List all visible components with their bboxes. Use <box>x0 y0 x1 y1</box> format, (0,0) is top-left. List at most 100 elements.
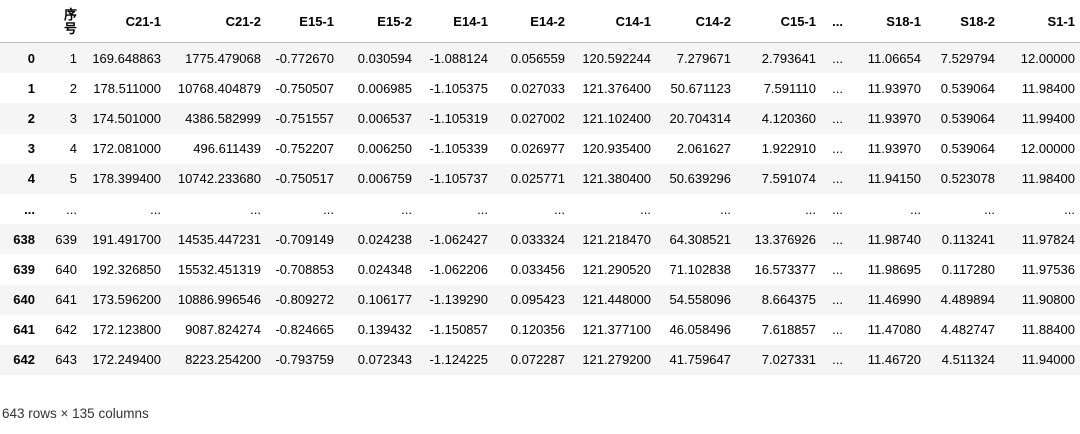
table-cell: -0.809272 <box>275 292 334 308</box>
table-cell: 191.491700 <box>92 231 161 247</box>
table-cell: 0.006537 <box>357 110 412 126</box>
column-header: 序号 <box>40 2 82 43</box>
table-cell: 11.97824 <box>1021 231 1075 247</box>
table-cell: 13.376926 <box>754 231 816 247</box>
table-cell: 0.006759 <box>357 171 412 187</box>
table-cell: 172.123800 <box>92 322 161 338</box>
table-cell: -0.751557 <box>275 110 334 126</box>
table-cell: 0.024238 <box>357 231 412 247</box>
table-cell: 0.139432 <box>357 322 412 338</box>
table-cell: ... <box>832 201 843 217</box>
table-cell: 11.98695 <box>867 261 921 277</box>
table-cell: 0.027002 <box>510 110 565 126</box>
table-cell: 172.249400 <box>92 352 161 368</box>
table-cell: 11.97536 <box>1021 261 1075 277</box>
row-index: 3 <box>27 141 35 157</box>
table-cell: 0.072287 <box>510 352 565 368</box>
table-cell: ... <box>250 201 261 217</box>
table-cell: 121.380400 <box>582 171 651 187</box>
table-cell: -1.105319 <box>429 110 488 126</box>
table-cell: 121.279200 <box>582 352 651 368</box>
table-cell: 0.117280 <box>941 261 995 277</box>
table-cell: 11.93970 <box>867 141 921 157</box>
column-header: C15-1 <box>736 2 821 43</box>
table-cell: 11.90800 <box>1021 292 1075 308</box>
table-cell: 2 <box>69 80 77 96</box>
table-cell: 11.98400 <box>1021 80 1075 96</box>
table-cell: 11.98400 <box>1021 171 1075 187</box>
table-cell: 192.326850 <box>92 261 161 277</box>
column-header-label: 序号 <box>64 7 78 36</box>
table-cell: 0.033456 <box>510 261 565 277</box>
table-cell: 8.664375 <box>761 292 816 308</box>
column-header: C21-1 <box>82 2 166 43</box>
table-cell: 11.93970 <box>867 110 921 126</box>
table-cell: 20.704314 <box>669 110 731 126</box>
table-cell: 11.94000 <box>1021 352 1075 368</box>
table-cell: -1.105339 <box>429 141 488 157</box>
table-cell: 11.06654 <box>867 50 921 66</box>
table-row: 1 2 178.511000 10768.404879 -0.750507 0.00698… <box>0 73 1080 103</box>
table-cell: 121.218470 <box>582 231 651 247</box>
table-cell: 9087.824274 <box>185 322 261 338</box>
table-row: 641 642 172.123800 9087.824274 -0.824665 0.13… <box>0 315 1080 345</box>
column-header: E15-1 <box>266 2 339 43</box>
table-cell: 0.006985 <box>357 80 412 96</box>
table-cell: -1.062206 <box>429 261 488 277</box>
table-cell: -0.772670 <box>275 50 334 66</box>
table-cell: 54.558096 <box>669 292 731 308</box>
table-cell: ... <box>910 201 921 217</box>
table-cell: 11.88400 <box>1021 322 1075 338</box>
row-index: 642 <box>13 352 35 368</box>
table-cell: 4.511324 <box>941 352 995 368</box>
row-index: 2 <box>27 110 35 126</box>
table-cell: 11.47080 <box>867 322 921 338</box>
column-header: S18-1 <box>848 2 926 43</box>
table-cell: ... <box>832 352 843 368</box>
table-cell: 0.113241 <box>941 231 995 247</box>
column-header: E14-1 <box>417 2 493 43</box>
table-cell: ... <box>832 141 843 157</box>
table-cell: ... <box>832 261 843 277</box>
table-cell: 121.448000 <box>582 292 651 308</box>
row-index: 0 <box>27 50 35 66</box>
table-cell: 11.46720 <box>867 352 921 368</box>
column-header: E15-2 <box>339 2 417 43</box>
table-cell: -0.793759 <box>275 352 334 368</box>
table-cell: 120.935400 <box>582 141 651 157</box>
table-cell: 7.279671 <box>676 50 731 66</box>
dataframe-table: 序号 C21-1 C21-2 E15-1 E15-2 E14-1 E14-2 C14-1 C14… <box>0 2 1080 376</box>
table-cell: 172.081000 <box>92 141 161 157</box>
table-cell: 0.024348 <box>357 261 412 277</box>
table-cell: 120.592244 <box>582 50 651 66</box>
table-cell: 5 <box>69 171 77 187</box>
table-cell: 2.793641 <box>761 50 816 66</box>
table-row: 638 639 191.491700 14535.447231 -0.709149 0.0… <box>0 224 1080 255</box>
table-cell: 1 <box>69 50 77 66</box>
row-index: 1 <box>27 80 35 96</box>
table-cell: -1.150857 <box>429 322 488 338</box>
column-header: C21-2 <box>166 2 266 43</box>
table-cell: 1775.479068 <box>185 50 261 66</box>
table-cell: 121.102400 <box>582 110 651 126</box>
table-cell: 640 <box>55 261 77 277</box>
table-cell: ... <box>323 201 334 217</box>
table-cell: 12.00000 <box>1020 50 1075 66</box>
table-row: 2 3 174.501000 4386.582999 -0.751557 0.006537… <box>0 103 1080 134</box>
table-cell: 0.033324 <box>510 231 565 247</box>
table-cell: 178.511000 <box>93 80 161 96</box>
table-cell: 0.095423 <box>510 292 565 308</box>
table-cell: 641 <box>55 292 77 308</box>
table-cell: ... <box>720 201 731 217</box>
table-cell: 64.308521 <box>669 231 731 247</box>
row-index: 4 <box>27 171 35 187</box>
table-cell: 4.489894 <box>940 292 995 308</box>
table-cell: 11.46990 <box>867 292 921 308</box>
table-cell: 7.529794 <box>940 50 995 66</box>
column-header: ... <box>821 2 848 43</box>
table-cell: 14535.447231 <box>177 231 261 247</box>
table-cell: -1.105375 <box>429 80 488 96</box>
table-cell: 496.611439 <box>193 141 261 157</box>
table-cell: 639 <box>55 231 77 247</box>
row-index: 641 <box>13 322 35 338</box>
